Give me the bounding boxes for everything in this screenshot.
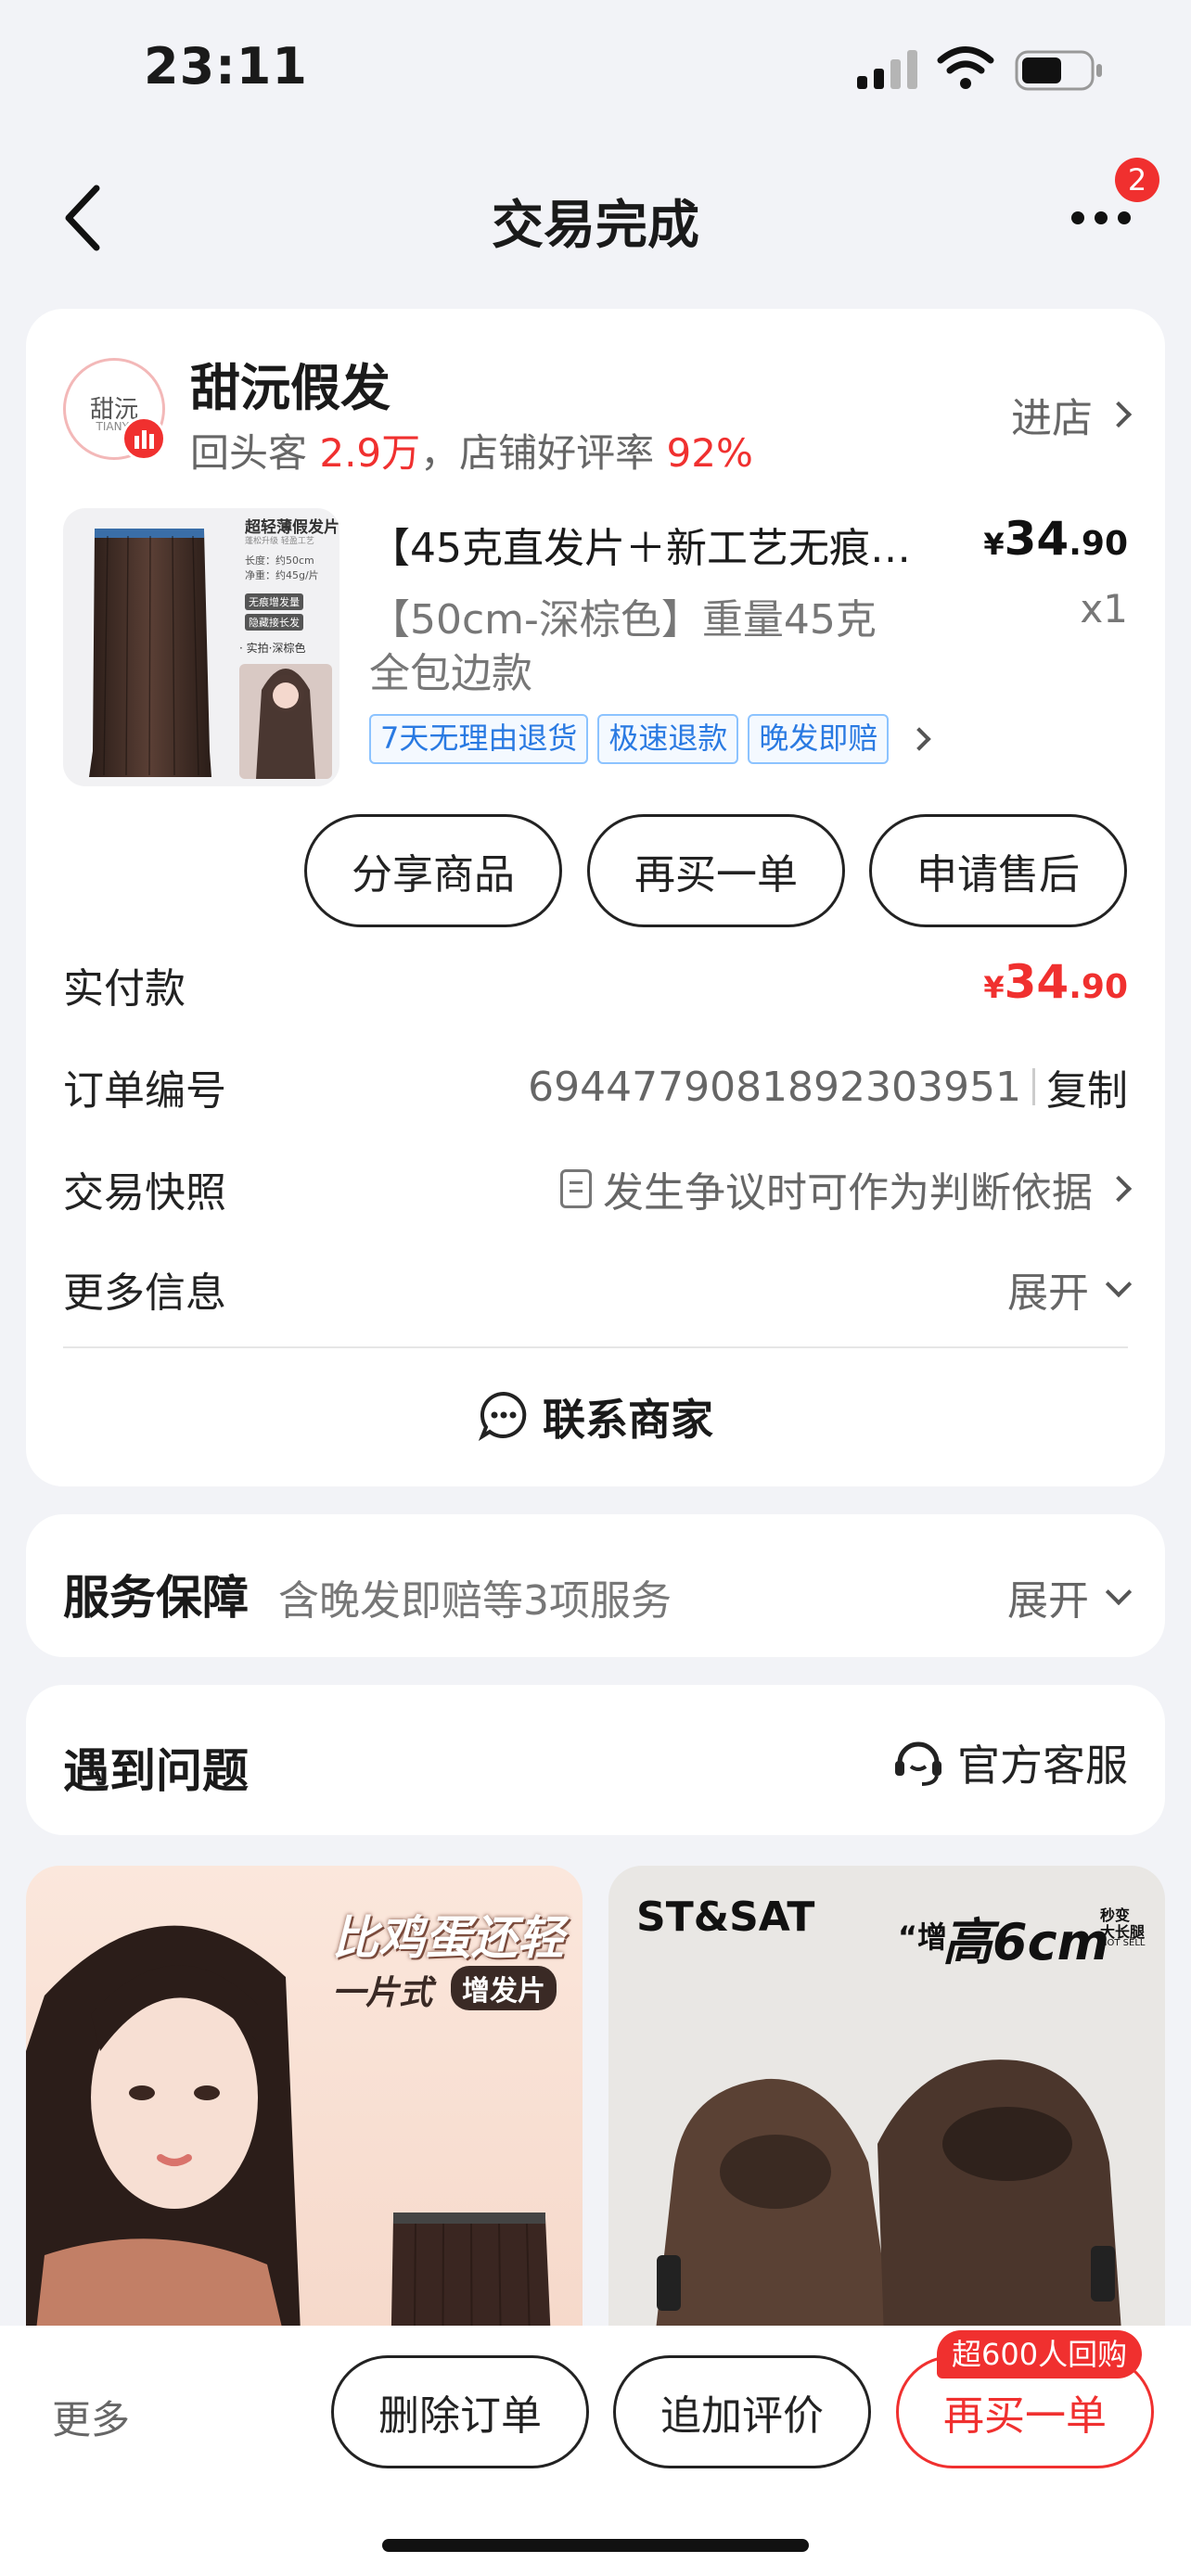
recommend-right-brand: ST&SAT — [636, 1894, 815, 1941]
more-menu-badge: 2 — [1115, 158, 1159, 202]
order-number-row: 6944779081892303951 复制 — [528, 1057, 1128, 1116]
product-image-check2: 隐藏接长发 — [245, 614, 303, 631]
product-title[interactable]: 【45克直发片＋新工艺无痕… — [369, 515, 944, 574]
recommend-left-badge: 增发片 — [451, 1966, 557, 2010]
headset-icon — [890, 1733, 946, 1792]
divider — [63, 1346, 1128, 1348]
product-spec: 【50cm-深棕色】重量45克 — [369, 596, 877, 644]
product-price-int: 34 — [1004, 512, 1069, 566]
shop-stats-mid: ，店铺好评率 — [420, 430, 667, 476]
product-image-check1: 无痕增发量 — [245, 593, 303, 610]
page-title: 交易完成 — [492, 196, 699, 256]
recommend-right-quote: “增 — [898, 1919, 948, 1955]
shop-live-icon — [122, 416, 166, 461]
chevron-down-icon — [1105, 1270, 1133, 1298]
after-sale-button[interactable]: 申请售后 — [869, 814, 1127, 927]
order-number: 6944779081892303951 — [528, 1063, 1021, 1111]
snapshot-link[interactable]: 发生争议时可作为判断依据 — [560, 1159, 1133, 1218]
product-image-color: · 实拍·深棕色 — [239, 642, 306, 655]
enter-shop-link[interactable]: 进店 — [1011, 385, 1133, 444]
snapshot-label: 交易快照 — [63, 1169, 226, 1217]
product-spec-2: 全包边款 — [369, 650, 532, 697]
share-product-button[interactable]: 分享商品 — [304, 814, 562, 927]
product-price: ¥34.90 — [983, 512, 1128, 566]
battery-icon — [1015, 50, 1104, 91]
copy-button[interactable]: 复制 — [1046, 1057, 1128, 1116]
chat-icon — [478, 1389, 530, 1445]
shop-logo[interactable]: 甜沅 TIANYI — [63, 358, 166, 461]
product-tags[interactable]: 7天无理由退货 极速退款 晚发即赔 — [369, 714, 932, 764]
contact-merchant-label: 联系商家 — [543, 1395, 713, 1445]
product-price-dec: .90 — [1069, 525, 1128, 563]
recommend-right-slogan: 高6cm — [942, 1913, 1109, 1971]
service-desc: 含晚发即赔等3项服务 — [278, 1577, 672, 1625]
shop-stats: 回头客 2.9万，店铺好评率 92% — [190, 422, 753, 478]
paid-amount: ¥34.90 — [983, 955, 1128, 1009]
more-menu-icon[interactable] — [1069, 209, 1133, 227]
rebuy-badge: 超600人回购 — [937, 2330, 1143, 2378]
paid-label: 实付款 — [63, 965, 186, 1013]
chevron-down-icon — [1105, 1578, 1133, 1606]
product-image[interactable]: 超轻薄假发片 蓬松升级 轻盈工艺 长度：约50cm 净重：约45g/片 无痕增发… — [63, 508, 339, 786]
shop-name[interactable]: 甜沅假发 — [190, 347, 391, 420]
chevron-right-icon — [1105, 401, 1133, 428]
add-review-button[interactable]: 追加评价 — [613, 2355, 871, 2468]
problem-title: 遇到问题 — [63, 1744, 249, 1798]
tag-late-comp: 晚发即赔 — [748, 714, 890, 764]
home-indicator — [382, 2539, 809, 2552]
snapshot-value: 发生争议时可作为判断依据 — [603, 1169, 1093, 1217]
recommend-left-line1: 比鸡蛋还轻 — [332, 1911, 564, 1965]
signal-icon — [855, 48, 920, 91]
more-actions-button[interactable]: 更多 — [52, 2389, 130, 2445]
paid-dec: .90 — [1069, 968, 1128, 1006]
rebuy-button[interactable]: 再买一单 — [587, 814, 845, 927]
chevron-right-icon — [907, 727, 932, 751]
tag-return: 7天无理由退货 — [369, 714, 589, 764]
product-price-symbol: ¥ — [983, 527, 1005, 562]
delete-order-button[interactable]: 删除订单 — [331, 2355, 589, 2468]
product-image-length: 长度：约50cm — [245, 555, 314, 567]
divider — [1032, 1068, 1035, 1105]
service-expand-label: 展开 — [1007, 1577, 1089, 1625]
official-service-button[interactable]: 官方客服 — [890, 1732, 1128, 1793]
service-expand[interactable]: 展开 — [1007, 1567, 1133, 1626]
official-service-label: 官方客服 — [957, 1741, 1128, 1791]
document-icon — [560, 1169, 592, 1208]
order-number-label: 订单编号 — [63, 1067, 226, 1115]
shop-rating: 92% — [666, 430, 753, 476]
chevron-right-icon — [1105, 1175, 1133, 1203]
more-info-expand[interactable]: 展开 — [1007, 1259, 1133, 1319]
paid-symbol: ¥ — [983, 970, 1005, 1005]
recommend-left-line2: 一片式 — [332, 1974, 433, 2012]
enter-shop-label: 进店 — [1011, 395, 1093, 442]
product-image-sub: 蓬松升级 轻盈工艺 — [245, 537, 314, 546]
repeat-customers: 2.9万 — [319, 430, 421, 476]
status-time: 23:11 — [144, 37, 308, 96]
product-qty: x1 — [1080, 586, 1128, 631]
shop-stats-prefix: 回头客 — [190, 430, 320, 476]
paid-int: 34 — [1004, 955, 1069, 1009]
service-title: 服务保障 — [63, 1571, 249, 1625]
tag-refund: 极速退款 — [597, 714, 739, 764]
product-image-weight: 净重：约45g/片 — [245, 569, 319, 581]
expand-label: 展开 — [1007, 1269, 1089, 1317]
contact-merchant-button[interactable]: 联系商家 — [0, 1386, 1191, 1447]
wifi-icon — [937, 45, 994, 91]
more-info-label: 更多信息 — [63, 1269, 226, 1317]
recommend-right-small3: HOT SELL — [1100, 1938, 1146, 1948]
